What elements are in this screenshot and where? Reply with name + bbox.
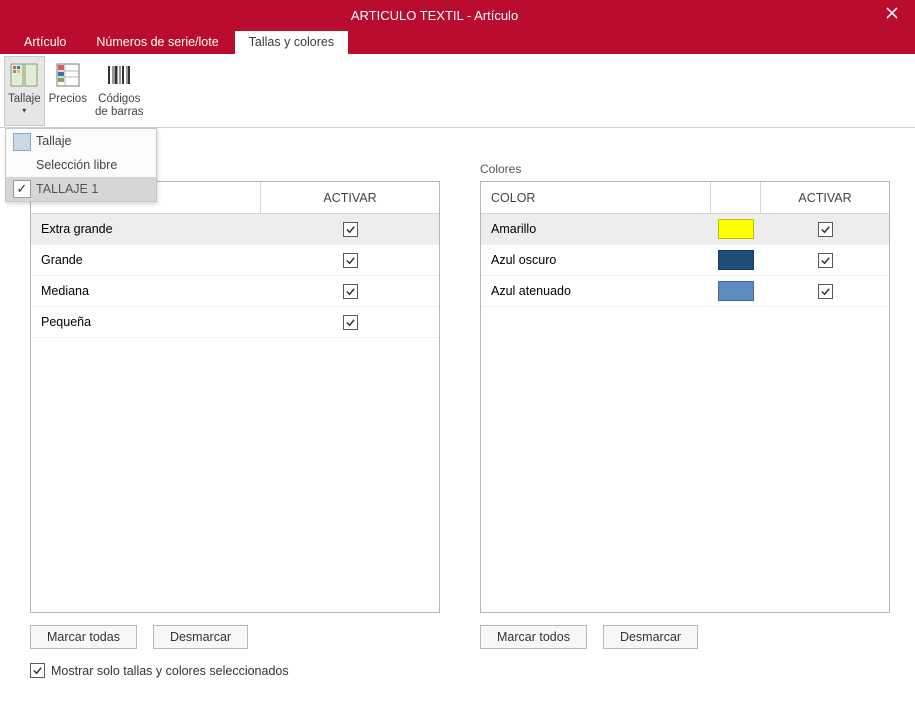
size-name: Grande (31, 245, 261, 275)
dropdown-item-selecci-n-libre[interactable]: Selección libre (6, 153, 156, 177)
size-active-cell (261, 245, 439, 275)
size-active-cell (261, 214, 439, 244)
color-swatch (718, 219, 754, 239)
colors-header-swatch[interactable] (711, 182, 761, 213)
colors-unmark-button[interactable]: Desmarcar (603, 625, 698, 649)
sizes-mark-all-button[interactable]: Marcar todas (30, 625, 137, 649)
color-active-checkbox[interactable] (818, 284, 833, 299)
color-active-cell (761, 245, 889, 275)
close-button[interactable] (869, 0, 915, 30)
ribbon-toolbar: Tallaje ▾ Precios (0, 54, 915, 128)
dropdown-item-tallaje[interactable]: Tallaje (6, 129, 156, 153)
color-active-cell (761, 276, 889, 306)
colors-grid: COLOR ACTIVAR AmarilloAzul oscuroAzul at… (480, 181, 890, 613)
precios-icon (52, 59, 84, 91)
dropdown-item-tallaje-1[interactable]: TALLAJE 1 (6, 177, 156, 201)
color-name: Amarillo (481, 214, 711, 244)
table-row[interactable]: Pequeña (31, 307, 439, 338)
window-title: ARTICULO TEXTIL - Artículo (0, 8, 869, 23)
tab-tallas-y-colores[interactable]: Tallas y colores (235, 31, 348, 54)
colors-header-activar[interactable]: ACTIVAR (761, 182, 889, 213)
table-row[interactable]: Mediana (31, 276, 439, 307)
right-panel-title: Colores (480, 162, 890, 178)
tallaje-dropdown: TallajeSelección libreTALLAJE 1 (5, 128, 157, 202)
size-active-checkbox[interactable] (343, 315, 358, 330)
colors-header-name[interactable]: COLOR (481, 182, 711, 213)
main-tab-bar: ArtículoNúmeros de serie/loteTallas y co… (0, 30, 915, 54)
tallaje-icon (8, 59, 40, 91)
color-swatch-cell (711, 214, 761, 244)
table-row[interactable]: Azul atenuado (481, 276, 889, 307)
color-active-checkbox[interactable] (818, 253, 833, 268)
barcode-icon (103, 59, 135, 91)
sizes-grid: ACTIVAR Extra grandeGrandeMedianaPequeña (30, 181, 440, 613)
color-swatch (718, 250, 754, 270)
ribbon-codigos-label: Códigos de barras (95, 93, 144, 119)
color-active-cell (761, 214, 889, 244)
show-selected-label: Mostrar solo tallas y colores selecciona… (51, 664, 289, 678)
color-name: Azul atenuado (481, 276, 711, 306)
table-row[interactable]: Amarillo (481, 214, 889, 245)
chevron-down-icon: ▾ (22, 106, 26, 115)
size-active-cell (261, 307, 439, 337)
size-active-checkbox[interactable] (343, 284, 358, 299)
ribbon-tallaje-button[interactable]: Tallaje ▾ (4, 56, 45, 126)
ribbon-codigos-button[interactable]: Códigos de barras (91, 56, 148, 126)
color-active-checkbox[interactable] (818, 222, 833, 237)
sizes-header-activar[interactable]: ACTIVAR (261, 182, 439, 213)
size-name: Mediana (31, 276, 261, 306)
color-swatch-cell (711, 276, 761, 306)
close-icon (886, 6, 898, 24)
tab-n-meros-de-serie-lote[interactable]: Números de serie/lote (82, 31, 232, 54)
show-selected-checkbox[interactable] (30, 663, 45, 678)
colors-mark-all-button[interactable]: Marcar todos (480, 625, 587, 649)
table-row[interactable]: Extra grande (31, 214, 439, 245)
ribbon-precios-label: Precios (49, 93, 87, 106)
size-active-cell (261, 276, 439, 306)
size-active-checkbox[interactable] (343, 222, 358, 237)
color-swatch-cell (711, 245, 761, 275)
table-row[interactable]: Grande (31, 245, 439, 276)
ribbon-precios-button[interactable]: Precios (45, 56, 91, 126)
sizes-unmark-button[interactable]: Desmarcar (153, 625, 248, 649)
ribbon-tallaje-label: Tallaje (8, 93, 41, 106)
size-active-checkbox[interactable] (343, 253, 358, 268)
color-name: Azul oscuro (481, 245, 711, 275)
table-row[interactable]: Azul oscuro (481, 245, 889, 276)
tab-art-culo[interactable]: Artículo (10, 31, 80, 54)
size-name: Extra grande (31, 214, 261, 244)
color-swatch (718, 281, 754, 301)
size-name: Pequeña (31, 307, 261, 337)
